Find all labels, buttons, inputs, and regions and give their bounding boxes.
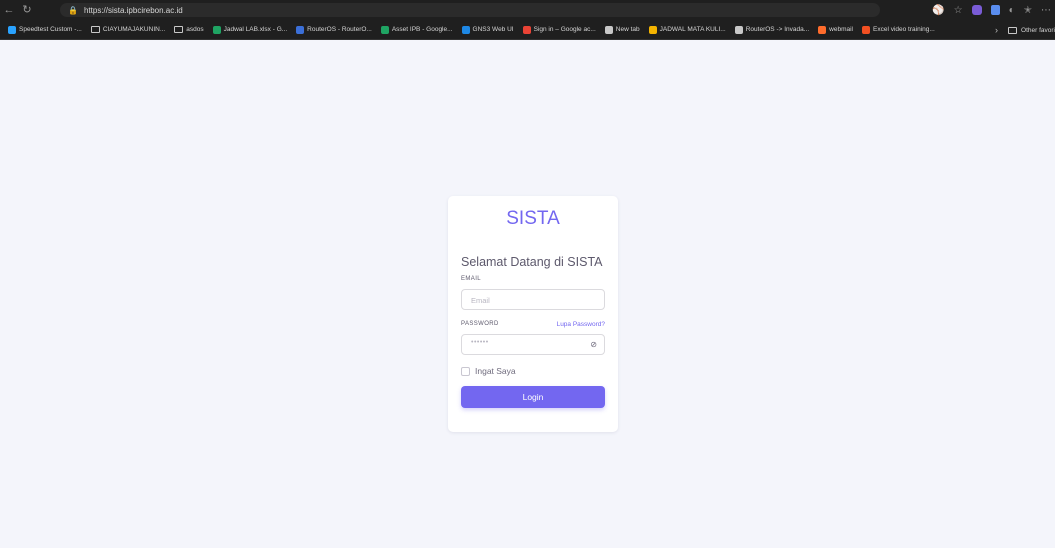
split-screen-icon[interactable]: ◐	[1009, 5, 1015, 16]
bookmark-label: RouterOS - RouterO...	[307, 26, 372, 33]
refresh-icon[interactable]: ↻	[18, 0, 36, 20]
bookmark-item[interactable]: Speedtest Custom -...	[8, 25, 82, 34]
bookmark-label: RouterOS -> Invada...	[745, 26, 810, 33]
bookmark-item[interactable]: RouterOS -> Invada...	[734, 25, 810, 34]
password-field[interactable]: •••••• ⊘	[461, 334, 605, 355]
microsoft-icon	[862, 25, 870, 34]
eye-off-icon[interactable]: ⊘	[590, 340, 597, 349]
bookmark-item[interactable]: GNS3 Web UI	[461, 25, 514, 34]
address-bar[interactable]: 🔒 https://sista.ipbcirebon.ac.id	[60, 3, 880, 17]
bookmark-label: JADWAL MATA KULI...	[659, 26, 726, 33]
welcome-heading: Selamat Datang di SISTA	[461, 255, 603, 269]
routeros-icon	[296, 25, 305, 34]
bookmark-item[interactable]: webmail	[818, 25, 853, 34]
login-button[interactable]: Login	[461, 386, 605, 408]
sheets-icon	[380, 25, 389, 34]
password-label: PASSWORD	[461, 321, 499, 327]
folder-icon	[1008, 26, 1018, 34]
chevron-right-icon[interactable]: ›	[995, 25, 998, 35]
email-label: EMAIL	[461, 276, 482, 282]
address-url[interactable]: https://sista.ipbcirebon.ac.id	[84, 6, 183, 15]
forgot-password-link[interactable]: Lupa Password?	[557, 321, 605, 328]
email-placeholder: Email	[471, 296, 490, 305]
bookmark-item[interactable]: CIAYUMAJAKUNIN...	[90, 26, 166, 33]
bookmark-item[interactable]: Jadwal LAB.xlsx - G...	[212, 25, 288, 34]
lock-icon[interactable]: 🔒	[68, 6, 78, 15]
bookmark-item[interactable]: New tab	[604, 25, 640, 34]
back-arrow-icon[interactable]: ←	[0, 0, 18, 20]
favorite-star-icon[interactable]: ☆	[954, 5, 963, 16]
more-menu-icon[interactable]: ⋯	[1041, 5, 1051, 16]
bookmark-label: CIAYUMAJAKUNIN...	[102, 26, 166, 33]
email-field[interactable]: Email	[461, 289, 605, 310]
password-mask: ••••••	[471, 339, 489, 346]
bookmark-label: Asset IPB - Google...	[391, 26, 453, 33]
bookmark-item[interactable]: JADWAL MATA KULI...	[648, 25, 726, 34]
remember-me-label[interactable]: Ingat Saya	[475, 366, 516, 376]
folder-icon	[90, 26, 100, 33]
bookmark-label: Speedtest Custom -...	[19, 26, 82, 33]
browser-toolbar: ← ↻ 🔒 https://sista.ipbcirebon.ac.id ⚾ ☆…	[0, 0, 1055, 20]
bookmark-item[interactable]: Sign in – Google ac...	[522, 25, 596, 34]
read-aloud-icon[interactable]: ⚾	[932, 5, 944, 16]
google-icon	[522, 25, 531, 34]
toolbar-actions: ⚾ ☆ ◐ ✭ ⋯	[932, 0, 1051, 20]
extension-icon[interactable]	[990, 5, 1000, 15]
bookmark-item[interactable]: asdos	[174, 26, 204, 33]
globe-icon	[734, 25, 743, 34]
extension-icon[interactable]	[971, 5, 982, 15]
other-favorites[interactable]: › Other favori	[989, 20, 1055, 39]
brand-title: SISTA	[506, 208, 560, 229]
bookmark-item[interactable]: Asset IPB - Google...	[380, 25, 453, 34]
page-content: SISTA Selamat Datang di SISTA EMAIL Emai…	[0, 41, 1055, 548]
favorites-icon[interactable]: ✭	[1024, 5, 1032, 16]
login-card: SISTA Selamat Datang di SISTA EMAIL Emai…	[448, 196, 618, 432]
cpanel-icon	[818, 25, 827, 34]
bookmark-label: Sign in – Google ac...	[533, 26, 596, 33]
gns3-icon	[461, 25, 470, 34]
sheets-icon	[212, 25, 221, 34]
remember-me-row[interactable]: Ingat Saya	[461, 366, 516, 376]
bookmarks-bar: Speedtest Custom -... CIAYUMAJAKUNIN... as…	[0, 20, 1055, 40]
bookmark-label: Jadwal LAB.xlsx - G...	[223, 26, 288, 33]
other-favorites-label: Other favori	[1021, 26, 1055, 34]
newtab-icon	[604, 25, 613, 34]
bookmark-label: New tab	[615, 26, 640, 33]
bookmark-label: GNS3 Web UI	[472, 26, 514, 33]
folder-icon	[174, 26, 184, 33]
remember-me-checkbox[interactable]	[461, 366, 470, 376]
bookmark-label: Excel video training...	[873, 26, 935, 33]
bookmark-item[interactable]: Excel video training...	[862, 25, 935, 34]
drive-icon	[648, 25, 657, 34]
bookmark-label: asdos	[186, 26, 204, 33]
bookmark-label: webmail	[829, 26, 853, 33]
globe-icon	[8, 25, 16, 34]
bookmark-item[interactable]: RouterOS - RouterO...	[296, 25, 372, 34]
